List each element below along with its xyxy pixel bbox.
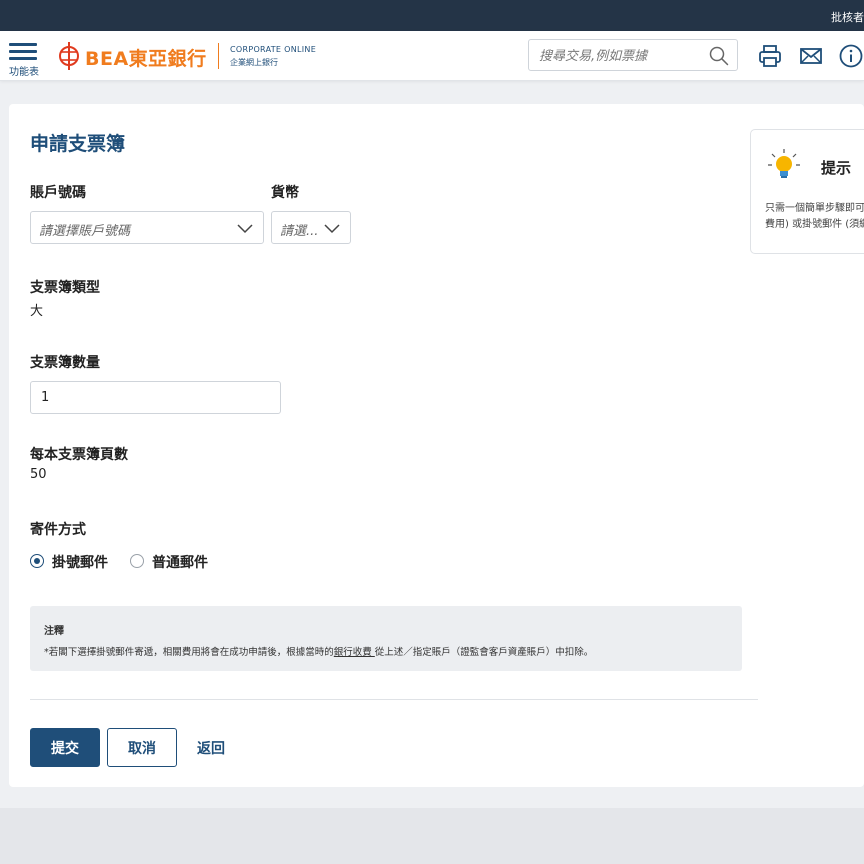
note-text: *若閣下選擇掛號郵件寄遞，相關費用將會在成功申請後，根據當時的銀行收費 從上述／… [44,644,593,658]
divider [30,699,758,700]
hamburger-icon [9,43,37,46]
tip-title: 提示 [821,159,852,177]
header: 功能表 BEA東亞銀行 CORPORATE ONLINE 企業網上銀行 [0,31,864,81]
currency-label: 貨幣 [271,185,299,201]
hamburger-icon-bar [9,57,37,60]
delivery-label: 寄件方式 [30,522,86,538]
footer [0,808,864,864]
account-placeholder: 請選擇賬戶號碼 [39,224,131,239]
search-input[interactable] [539,46,699,66]
bea-logo-icon [59,42,79,70]
logo-corporate-online-chinese: 企業網上銀行 [230,58,278,67]
form-card [9,104,864,787]
account-label: 賬戶號碼 [30,185,86,201]
radio-registered-mail-label: 掛號郵件 [52,555,108,571]
radio-checked-icon [30,554,44,568]
note-text-before: *若閣下選擇掛號郵件寄遞，相關費用將會在成功申請後，根據當時的 [44,647,334,658]
chequebook-type-value: 大 [30,304,44,319]
quantity-label: 支票簿數量 [30,355,100,371]
info-icon[interactable] [838,43,864,69]
quantity-input[interactable] [30,381,281,414]
user-role-label: 批核者 [831,11,864,24]
logo-corporate-online: CORPORATE ONLINE [230,45,317,54]
account-select[interactable]: 請選擇賬戶號碼 [30,211,264,244]
pages-per-book-value: 50 [30,467,47,482]
search-icon[interactable] [709,46,729,66]
logo-divider [218,43,219,69]
page-title: 申請支票簿 [30,133,126,155]
logo-brand-text: BEA東亞銀行 [85,48,207,70]
mail-icon[interactable] [798,43,824,69]
print-icon[interactable] [757,43,783,69]
note-title: 注釋 [44,626,64,637]
menu-button[interactable]: 功能表 [7,42,41,78]
hamburger-icon-bar [9,50,37,53]
radio-unchecked-icon [130,554,144,568]
chequebook-type-label: 支票簿類型 [30,280,100,296]
note-box: 注釋 *若閣下選擇掛號郵件寄遞，相關費用將會在成功申請後，根據當時的銀行收費 從… [30,606,742,671]
tip-text-line2: 費用) 或掛號郵件 (須繳 [765,219,864,230]
search-box [528,39,738,71]
currency-select[interactable]: 請選... [271,211,351,244]
tip-panel: 提示 只需一個簡單步驟即可 費用) 或掛號郵件 (須繳 [750,129,864,254]
pages-per-book-label: 每本支票簿頁數 [30,447,128,463]
tip-text-line1: 只需一個簡單步驟即可 [765,203,864,214]
currency-placeholder: 請選... [280,224,319,239]
chevron-down-icon [237,224,253,234]
chevron-down-icon [324,224,340,234]
radio-ordinary-mail-label: 普通郵件 [152,555,208,571]
cancel-button[interactable]: 取消 [107,728,177,767]
submit-button[interactable]: 提交 [30,728,100,767]
lightbulb-icon [768,149,800,178]
menu-label: 功能表 [9,67,39,78]
note-text-after: 從上述／指定賬戶（證監會客戶資產賬戶）中扣除。 [374,647,594,658]
bank-charges-link[interactable]: 銀行收費 [334,647,375,658]
back-button[interactable]: 返回 [184,728,238,767]
top-bar: 批核者 [0,0,864,31]
